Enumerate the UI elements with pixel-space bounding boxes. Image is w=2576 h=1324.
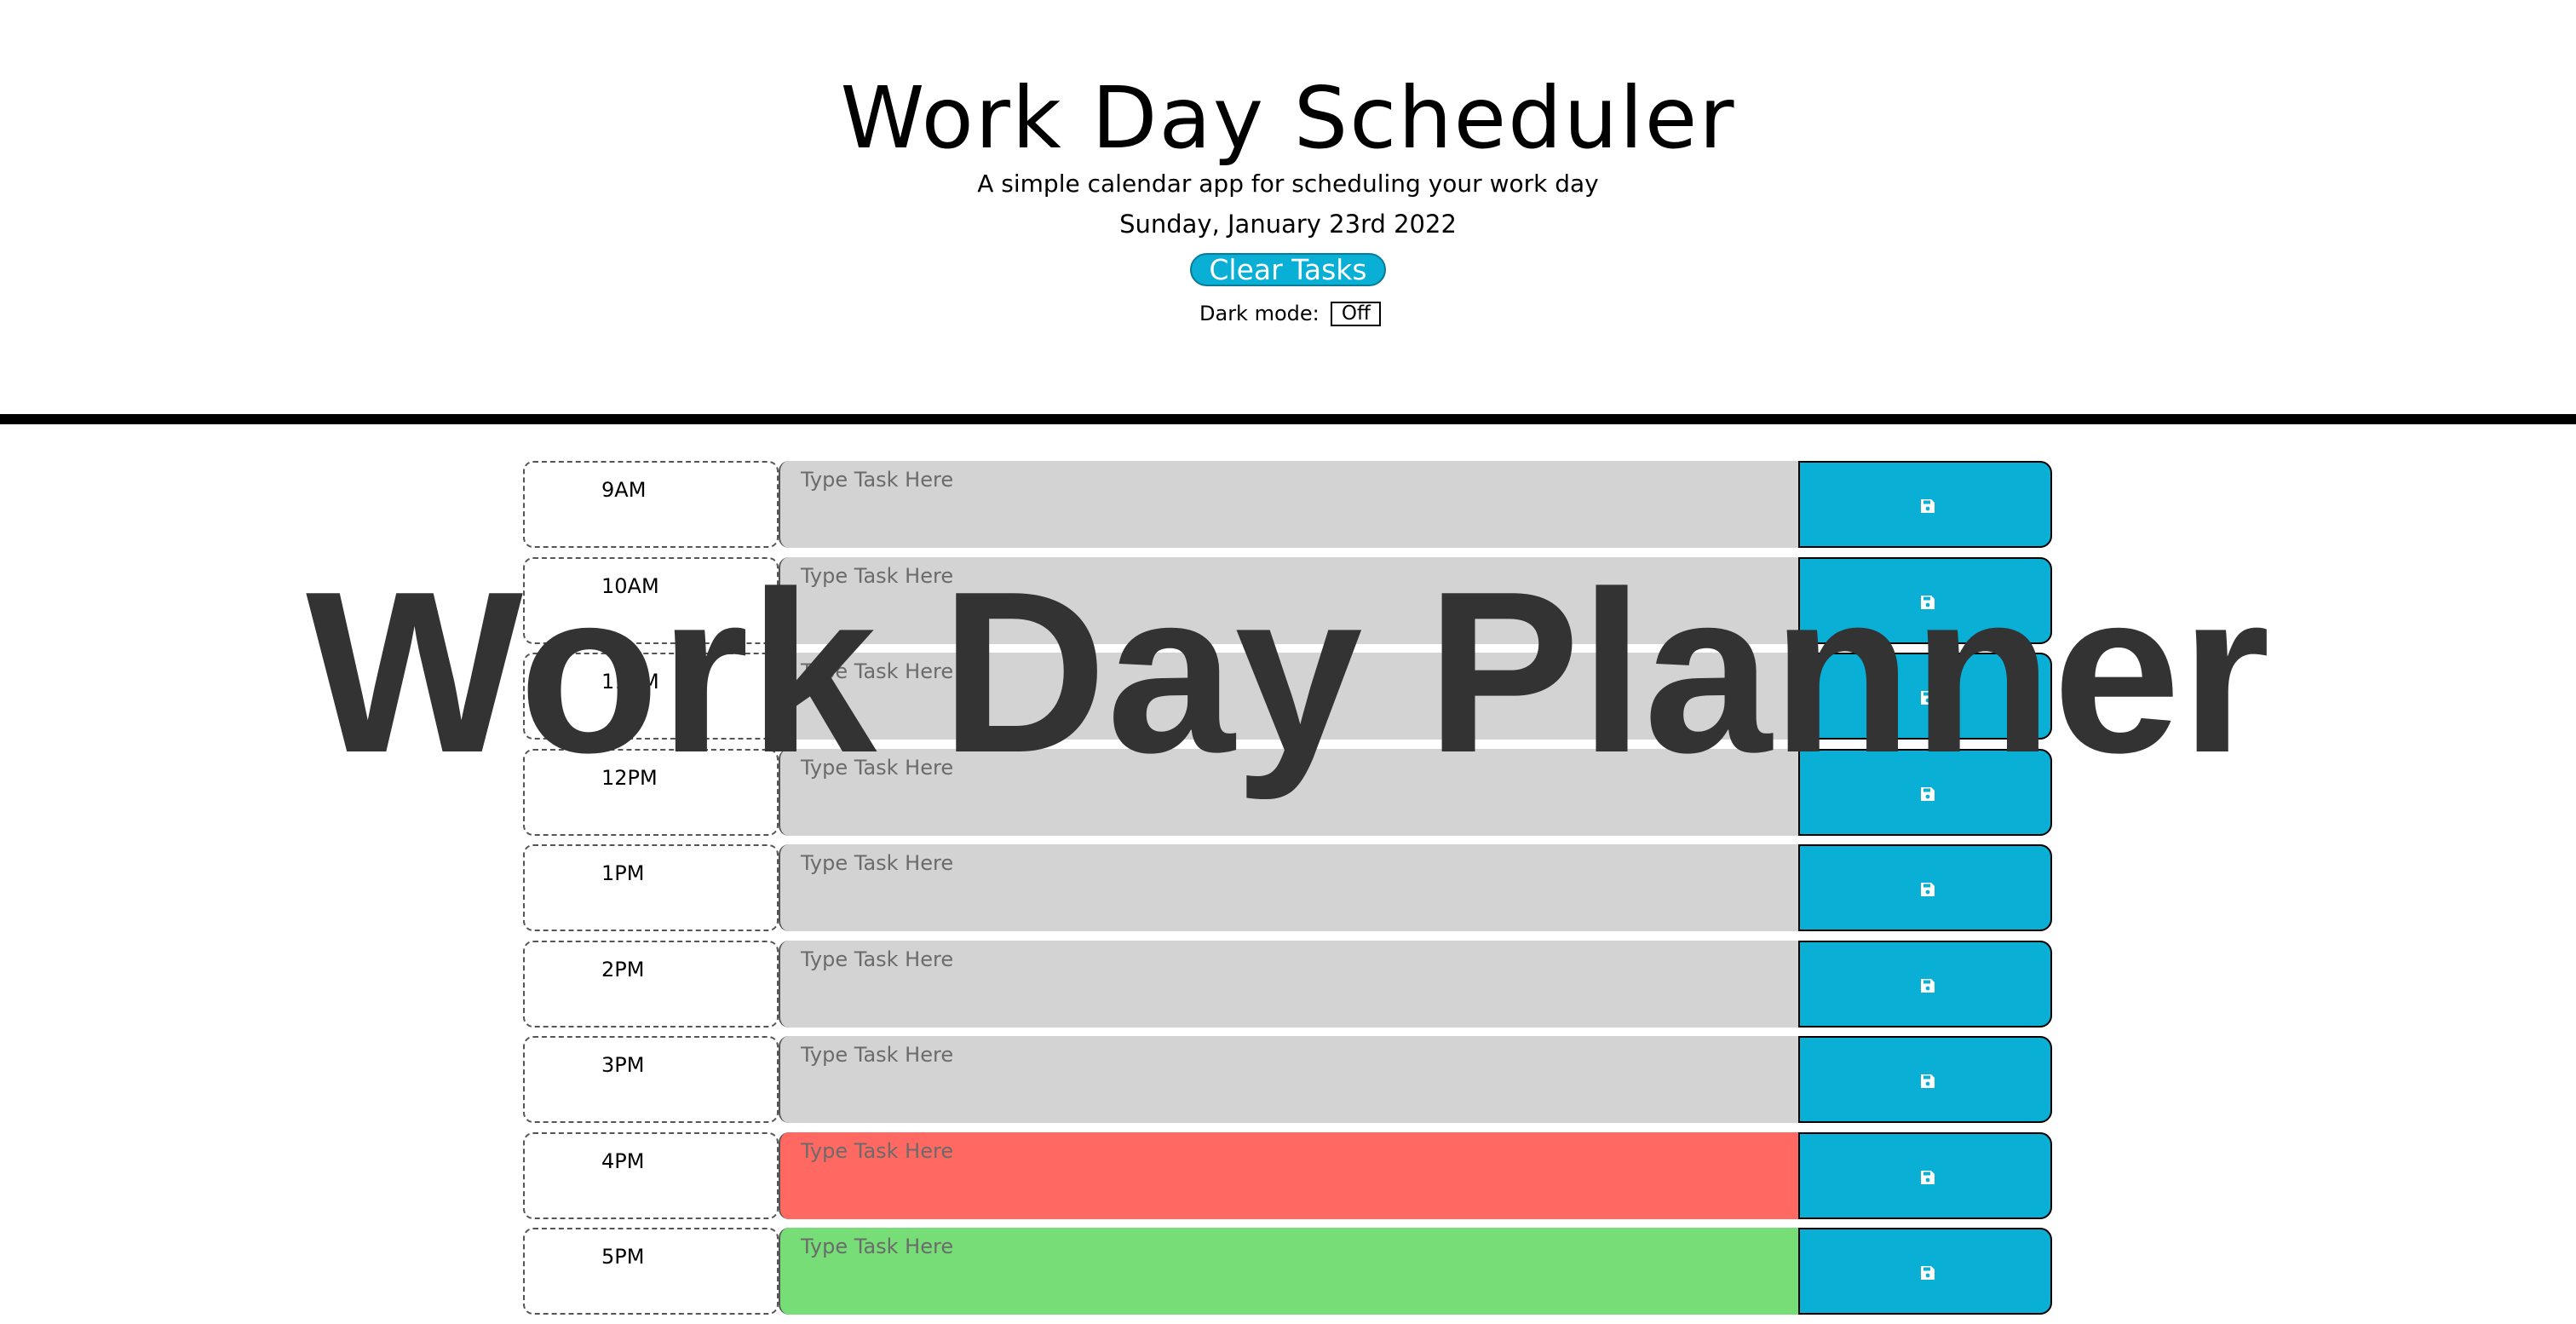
floppy-disk-icon xyxy=(1921,691,1935,705)
floppy-disk-icon xyxy=(1921,1266,1935,1280)
save-button[interactable] xyxy=(1798,1131,2052,1219)
time-block-row: 11AM xyxy=(523,653,2053,740)
floppy-disk-icon xyxy=(1921,978,1935,993)
hour-label: 1PM xyxy=(601,861,645,885)
hour-box: 2PM xyxy=(523,940,779,1028)
floppy-disk-icon xyxy=(1921,499,1935,513)
dark-mode-label: Dark mode: xyxy=(1199,302,1320,325)
hour-box: 3PM xyxy=(523,1036,779,1123)
hour-label: 9AM xyxy=(601,478,647,502)
task-input[interactable] xyxy=(779,1131,1799,1219)
current-date: Sunday, January 23rd 2022 xyxy=(1119,210,1457,239)
hour-label: 10AM xyxy=(601,573,659,598)
page-title: Work Day Scheduler xyxy=(840,68,1736,168)
save-button[interactable] xyxy=(1798,653,2052,740)
save-button[interactable] xyxy=(1798,461,2052,548)
hour-box: 10AM xyxy=(523,556,779,644)
hour-label: 11AM xyxy=(601,670,659,694)
hour-box: 4PM xyxy=(523,1131,779,1219)
floppy-disk-icon xyxy=(1921,883,1935,896)
time-block-row: 12PM xyxy=(523,748,2053,836)
save-button[interactable] xyxy=(1798,1228,2052,1315)
hour-box: 5PM xyxy=(523,1228,779,1315)
page-subtitle: A simple calendar app for scheduling you… xyxy=(977,170,1599,198)
hour-box: 9AM xyxy=(523,461,779,548)
task-input[interactable] xyxy=(779,940,1799,1028)
hour-box: 1PM xyxy=(523,844,779,931)
task-input[interactable] xyxy=(779,844,1799,931)
floppy-disk-icon xyxy=(1921,786,1935,801)
clear-tasks-button[interactable]: Clear Tasks xyxy=(1190,253,1386,286)
save-button[interactable] xyxy=(1798,940,2052,1028)
save-button[interactable] xyxy=(1798,556,2052,644)
dark-mode-toggle[interactable]: Off xyxy=(1331,301,1382,326)
floppy-disk-icon xyxy=(1921,1074,1935,1088)
time-block-row: 4PM xyxy=(523,1131,2053,1219)
time-block-row: 1PM xyxy=(523,844,2053,931)
dark-mode-control: Dark mode: Off xyxy=(1199,298,1382,328)
time-block-row: 3PM xyxy=(523,1036,2053,1123)
time-block-list: 9AM 10AM 11AM 12PM 1PM 2PM 3PM 4PM 5PM xyxy=(523,461,2053,1324)
task-input[interactable] xyxy=(779,556,1799,644)
page-header: Work Day Scheduler A simple calendar app… xyxy=(0,0,2576,414)
time-block-row: 2PM xyxy=(523,940,2053,1028)
time-block-row: 10AM xyxy=(523,556,2053,644)
hour-label: 4PM xyxy=(601,1148,645,1173)
task-input[interactable] xyxy=(779,461,1799,548)
save-button[interactable] xyxy=(1798,844,2052,931)
task-input[interactable] xyxy=(779,1228,1799,1315)
task-input[interactable] xyxy=(779,748,1799,836)
hour-box: 12PM xyxy=(523,748,779,836)
save-button[interactable] xyxy=(1798,1036,2052,1123)
hour-label: 2PM xyxy=(601,957,645,981)
hour-label: 12PM xyxy=(601,765,658,790)
hour-label: 3PM xyxy=(601,1053,645,1077)
task-input[interactable] xyxy=(779,1036,1799,1123)
task-input[interactable] xyxy=(779,653,1799,740)
floppy-disk-icon xyxy=(1921,1170,1935,1184)
header-divider xyxy=(0,414,2576,424)
hour-label: 5PM xyxy=(601,1245,645,1269)
time-block-row: 5PM xyxy=(523,1228,2053,1315)
floppy-disk-icon xyxy=(1921,595,1935,609)
time-block-row: 9AM xyxy=(523,461,2053,548)
save-button[interactable] xyxy=(1798,748,2052,836)
hour-box: 11AM xyxy=(523,653,779,740)
